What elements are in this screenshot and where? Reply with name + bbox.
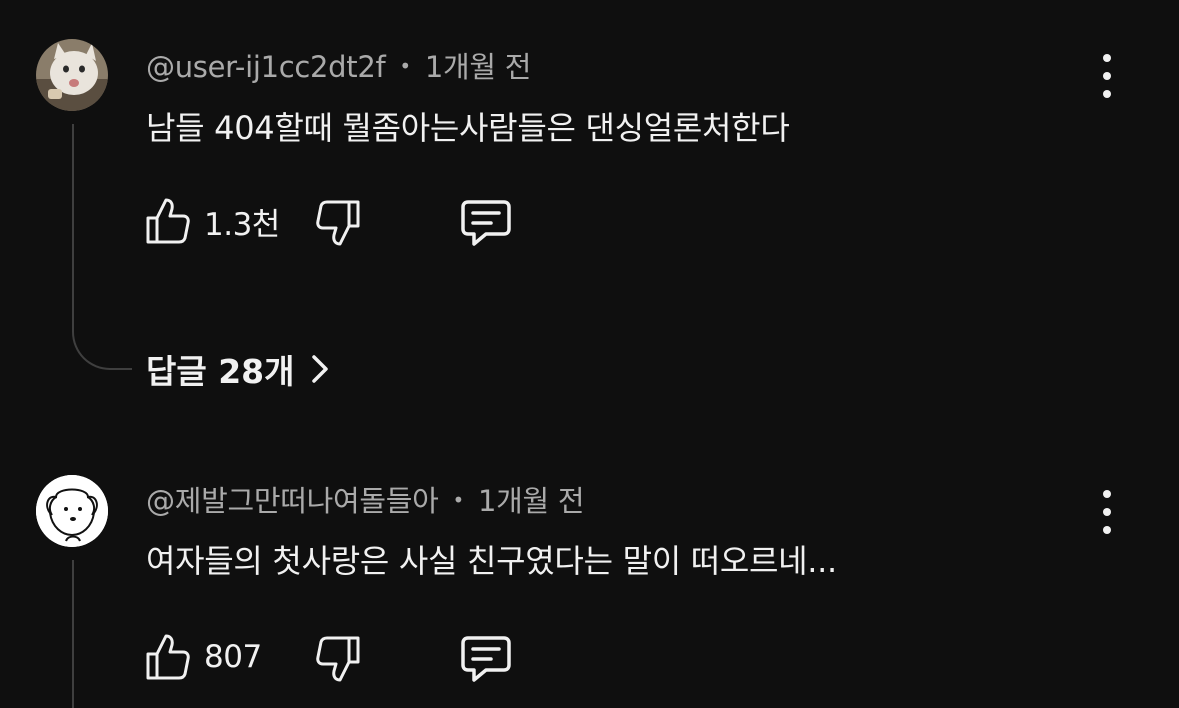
dislike-button[interactable]	[314, 634, 362, 684]
comment-item: @user-ij1cc2dt2f • 1개월 전 남들 404할때 뭘좀아는사람들은…	[0, 0, 1179, 420]
avatar[interactable]	[36, 39, 108, 111]
reply-button[interactable]	[460, 199, 512, 247]
meta-separator: •	[399, 54, 411, 78]
meta-separator: •	[452, 488, 465, 512]
thread-line	[72, 560, 74, 708]
comment-text: 여자들의 첫사랑은 사실 친구였다는 말이 떠오르네...	[146, 542, 837, 580]
like-button[interactable]: 807	[144, 632, 262, 682]
cat-avatar-icon	[36, 39, 108, 111]
thread-curve	[72, 330, 132, 370]
like-count: 1.3천	[204, 206, 280, 243]
view-replies-button[interactable]: 답글 28개	[146, 345, 329, 393]
comment-time: 1개월 전	[478, 484, 585, 518]
comment-meta: @user-ij1cc2dt2f • 1개월 전	[146, 44, 531, 86]
author-name[interactable]: @제발그만떠나여돌들아	[146, 484, 439, 518]
avatar[interactable]	[36, 475, 108, 547]
comment-time: 1개월 전	[424, 50, 532, 84]
more-options-button[interactable]	[1096, 54, 1118, 98]
reply-icon	[461, 636, 511, 682]
more-options-button[interactable]	[1096, 490, 1118, 534]
reply-button[interactable]	[460, 635, 512, 683]
thumbs-up-icon	[146, 198, 190, 244]
more-vertical-icon-dot	[1103, 90, 1111, 98]
comment-text: 남들 404할때 뭘좀아는사람들은 댄싱얼론처한다	[146, 109, 790, 147]
author-name[interactable]: @user-ij1cc2dt2f	[146, 50, 386, 84]
reply-icon	[461, 200, 511, 246]
like-count: 807	[204, 639, 262, 675]
chevron-right-icon	[311, 355, 328, 383]
more-vertical-icon	[1103, 490, 1111, 498]
comment-item: @제발그만떠나여돌들아 • 1개월 전 여자들의 첫사랑은 사실 친구였다는 말이 …	[0, 420, 1179, 708]
more-vertical-icon-dot	[1103, 508, 1111, 516]
more-vertical-icon-dot	[1103, 72, 1111, 80]
dislike-button[interactable]	[314, 198, 362, 248]
dog-avatar-icon	[36, 475, 108, 547]
thumbs-up-icon	[146, 634, 190, 680]
replies-count-label: 답글 28개	[146, 352, 295, 391]
comment-meta: @제발그만떠나여돌들아 • 1개월 전	[146, 478, 585, 520]
more-vertical-icon	[1103, 54, 1111, 62]
thread-line	[72, 124, 74, 330]
more-vertical-icon-dot	[1103, 526, 1111, 534]
thumbs-down-icon	[316, 636, 360, 682]
thumbs-down-icon	[316, 200, 360, 246]
like-button[interactable]: 1.3천	[144, 196, 280, 246]
